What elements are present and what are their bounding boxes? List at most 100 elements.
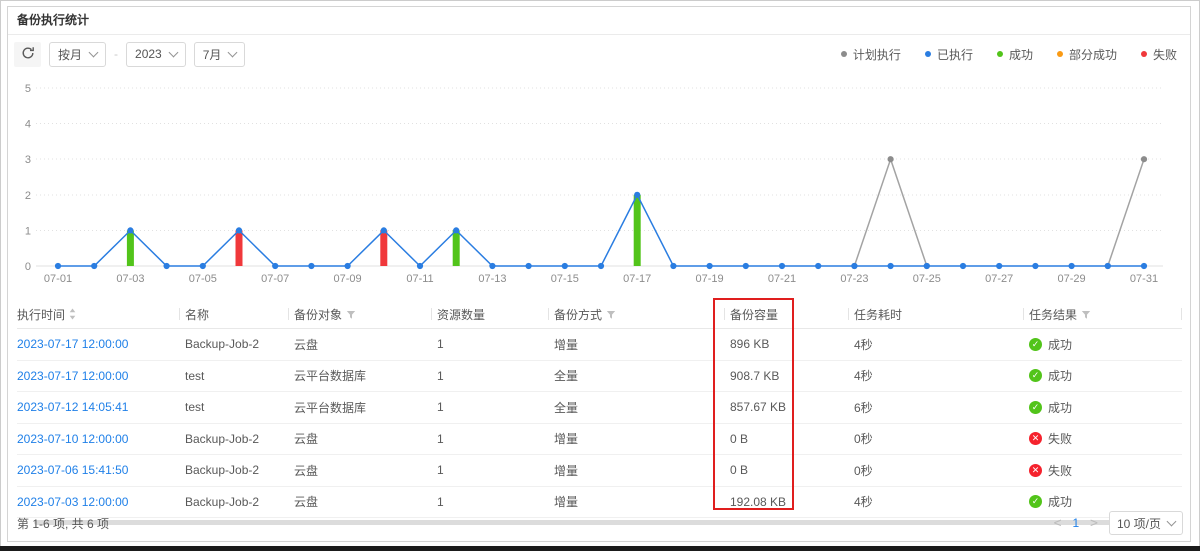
- legend-item-3[interactable]: 部分成功: [1057, 46, 1117, 63]
- cell-task-result: ✓成功: [1023, 329, 1182, 361]
- execution-time-link[interactable]: 2023-07-17 12:00:00: [17, 369, 128, 383]
- column-header-label: 备份容量: [730, 308, 778, 322]
- column-separator: [724, 308, 725, 320]
- svg-text:3: 3: [25, 154, 31, 166]
- cell-task-result: ✕失败: [1023, 455, 1182, 487]
- page-size-select[interactable]: 10 项/页: [1109, 511, 1183, 535]
- legend-dot-icon: [925, 51, 931, 57]
- svg-text:5: 5: [25, 83, 31, 95]
- cell-name: Backup-Job-2: [179, 329, 288, 361]
- cell-name: Backup-Job-2: [179, 455, 288, 487]
- cell-backup-size: 0 B: [724, 455, 848, 487]
- svg-text:07-09: 07-09: [334, 273, 362, 285]
- cell-backup-method: 全量: [548, 392, 724, 424]
- svg-text:07-13: 07-13: [478, 273, 506, 285]
- cell-backup-target: 云平台数据库: [288, 360, 431, 392]
- execution-time-link[interactable]: 2023-07-12 14:05:41: [17, 400, 128, 414]
- cell-backup-size: 0 B: [724, 423, 848, 455]
- legend: 计划执行 已执行 成功 部分成功 失败: [841, 35, 1177, 73]
- year-select[interactable]: 2023: [126, 42, 186, 67]
- filter-icon[interactable]: [346, 309, 356, 323]
- table-row: 2023-07-17 12:00:00test云平台数据库1全量908.7 KB…: [17, 360, 1182, 392]
- legend-item-0[interactable]: 计划执行: [841, 46, 901, 63]
- status-label: 成功: [1048, 367, 1072, 384]
- execution-time-link[interactable]: 2023-07-17 12:00:00: [17, 337, 128, 351]
- prev-page-button[interactable]: <: [1054, 516, 1062, 531]
- legend-dot-icon: [1141, 51, 1147, 57]
- column-header-2[interactable]: 备份对象: [288, 300, 431, 329]
- svg-text:07-05: 07-05: [189, 273, 217, 285]
- execution-time-link[interactable]: 2023-07-06 15:41:50: [17, 463, 128, 477]
- filter-icon[interactable]: [606, 309, 616, 323]
- svg-text:07-29: 07-29: [1058, 273, 1086, 285]
- cell-name: Backup-Job-2: [179, 423, 288, 455]
- backup-statistics-panel: 备份执行统计 按月 - 2023 7月 计划执行已执行成功部分成功失败 0123…: [7, 6, 1191, 542]
- cell-task-duration: 4秒: [848, 360, 1023, 392]
- backup-records-table: 执行时间名称备份对象 资源数量备份方式备份容量 任务耗时 任务结果 2023-07-1…: [17, 300, 1182, 518]
- legend-item-label: 部分成功: [1069, 46, 1117, 63]
- cell-task-result: ✕ 失败: [1023, 423, 1182, 455]
- cell-execution-time: 2023-07-12 14:05:41: [17, 392, 179, 424]
- cell-backup-method: 增量: [548, 423, 724, 455]
- column-header-5: 备份容量: [724, 300, 848, 329]
- svg-text:07-11: 07-11: [406, 273, 433, 285]
- cell-task-duration: 0秒: [848, 423, 1023, 455]
- column-header-7[interactable]: 任务结果: [1023, 300, 1182, 329]
- cell-execution-time: 2023-07-06 15:41:50: [17, 455, 179, 487]
- window-bottom-edge: [0, 546, 1200, 551]
- legend-item-1[interactable]: 已执行: [925, 46, 973, 63]
- status-label: 失败: [1048, 430, 1072, 447]
- status-badge: ✓成功: [1029, 336, 1072, 353]
- refresh-button[interactable]: [14, 42, 41, 67]
- chart-area: 01234507-0107-0307-0507-0707-0907-1107-1…: [8, 81, 1190, 287]
- chevron-down-icon: [89, 47, 99, 57]
- column-header-6: 任务耗时: [848, 300, 1023, 329]
- legend-item-label: 失败: [1153, 46, 1177, 63]
- success-icon: ✓: [1029, 401, 1042, 414]
- status-badge: ✓ 成功: [1029, 367, 1072, 384]
- cell-backup-target: 云盘: [288, 423, 431, 455]
- execution-time-link[interactable]: 2023-07-03 12:00:00: [17, 495, 128, 509]
- cell-backup-size: 857.67 KB: [724, 392, 848, 424]
- cell-name: test: [179, 360, 288, 392]
- column-header-4[interactable]: 备份方式: [548, 300, 724, 329]
- cell-name: test: [179, 392, 288, 424]
- next-page-button[interactable]: >: [1090, 516, 1098, 531]
- svg-text:07-17: 07-17: [623, 273, 651, 285]
- column-separator: [1181, 308, 1182, 320]
- cell-backup-method: 增量: [548, 455, 724, 487]
- legend-item-2[interactable]: 成功: [997, 46, 1033, 63]
- table-row: 2023-07-12 14:05:41test云平台数据库1全量857.67 K…: [17, 392, 1182, 424]
- cell-backup-target: 云平台数据库: [288, 392, 431, 424]
- filter-icon[interactable]: [1081, 309, 1091, 323]
- status-badge: ✕失败: [1029, 462, 1072, 479]
- period-select[interactable]: 按月: [49, 42, 106, 67]
- column-header-label: 任务耗时: [854, 308, 902, 322]
- svg-text:07-15: 07-15: [551, 273, 579, 285]
- month-select[interactable]: 7月: [194, 42, 246, 67]
- status-label: 成功: [1048, 493, 1072, 510]
- status-badge: ✕ 失败: [1029, 430, 1072, 447]
- column-header-1: 名称: [179, 300, 288, 329]
- current-page-button[interactable]: 1: [1072, 516, 1079, 530]
- column-header-label: 备份对象: [294, 308, 342, 322]
- table-footer: 第 1-6 项, 共 6 项 < 1 > 10 项/页: [8, 510, 1190, 536]
- cell-resource-count: 1: [431, 360, 548, 392]
- svg-text:07-21: 07-21: [768, 273, 796, 285]
- svg-text:07-27: 07-27: [985, 273, 1013, 285]
- execution-time-link[interactable]: 2023-07-10 12:00:00: [17, 432, 128, 446]
- sort-icon[interactable]: [69, 309, 76, 323]
- column-header-3: 资源数量: [431, 300, 548, 329]
- fail-icon: ✕: [1029, 432, 1042, 445]
- legend-item-label: 计划执行: [853, 46, 901, 63]
- legend-item-4[interactable]: 失败: [1141, 46, 1177, 63]
- cell-resource-count: 1: [431, 455, 548, 487]
- status-label: 成功: [1048, 399, 1072, 416]
- table-header-row: 执行时间名称备份对象 资源数量备份方式备份容量 任务耗时 任务结果: [17, 300, 1182, 329]
- legend-dot-icon: [1057, 51, 1063, 57]
- column-separator: [848, 308, 849, 320]
- pagination: < 1 > 10 项/页: [1054, 511, 1183, 535]
- column-header-label: 任务结果: [1029, 308, 1077, 322]
- column-header-0[interactable]: 执行时间: [17, 300, 179, 329]
- success-icon: ✓: [1029, 369, 1042, 382]
